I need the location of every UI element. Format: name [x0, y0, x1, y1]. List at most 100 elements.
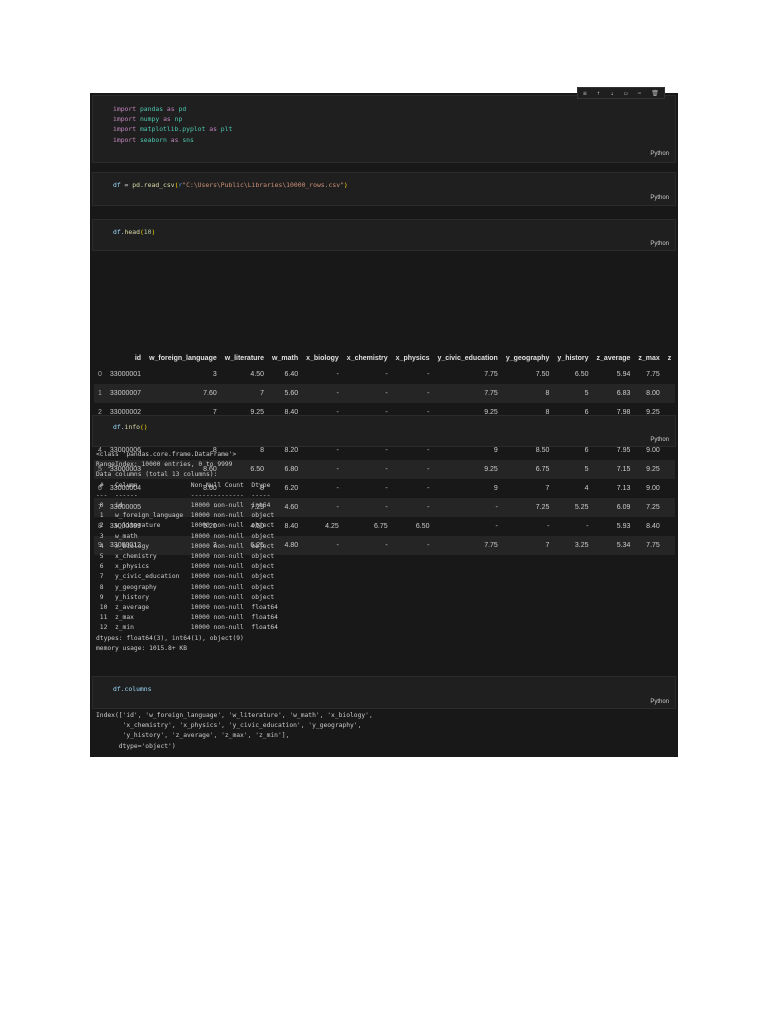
table-cell: 8.00 [634, 384, 664, 403]
output-line: dtype='object') [96, 742, 176, 750]
table-cell: 6.09 [592, 498, 635, 517]
output-line: 2 w_literature 10000 non-null object [96, 522, 278, 530]
code-token: import [113, 125, 137, 134]
table-cell: 5.93 [616, 523, 631, 530]
delete-icon[interactable]: 🗑 [651, 90, 659, 97]
code-token: df. [113, 685, 125, 693]
column-header [94, 351, 106, 365]
code-token: import [113, 115, 137, 124]
code-token: = [120, 181, 133, 189]
code-token: numpy [139, 115, 160, 124]
execute-below-icon[interactable]: ⇣ [610, 90, 614, 97]
table-cell: - [302, 384, 343, 403]
code-cell-head[interactable]: df.head(10) Python [92, 219, 676, 251]
table-cell: 6.40 [284, 371, 299, 378]
table-cell: 7.75 [634, 536, 664, 555]
code-token: ) [151, 228, 156, 236]
code-cell-columns[interactable]: df.columns Python [92, 676, 676, 709]
table-cell [664, 479, 676, 498]
table-cell: - [336, 485, 339, 492]
output-line: RangeIndex: 10000 entries, 0 to 9999 [96, 461, 233, 469]
columns-output: Index(['id', 'w_foreign_language', 'w_li… [96, 711, 373, 752]
code-cell-imports[interactable]: import pandas as pd import numpy as np imp… [92, 95, 676, 163]
table-cell: 4.25 [325, 523, 339, 530]
output-line: 9 y_history 10000 non-null object [96, 593, 278, 601]
column-header: x_chemistry [346, 354, 388, 362]
more-icon[interactable]: ⋯ [638, 90, 642, 97]
table-cell: 7.75 [433, 536, 502, 555]
column-header: w_foreign_language [149, 354, 217, 362]
table-cell: - [391, 384, 434, 403]
table-cell: 8.40 [646, 523, 660, 530]
execute-above-icon[interactable]: ⇡ [597, 90, 601, 97]
table-row: 0 33000001 3 4.50 6.40 - - - 7.75 7.50 6.50 5.94 7.7… [94, 365, 675, 384]
output-line: 'y_history', 'z_average', 'z_max', 'z_mi… [96, 732, 290, 740]
output-line: 0 id 10000 non-null int64 [96, 502, 278, 510]
column-header: z [667, 354, 672, 362]
table-cell: 7.75 [646, 371, 660, 378]
code-token: ) [143, 423, 148, 431]
table-cell: - [336, 371, 339, 378]
table-cell: 6.50 [415, 523, 430, 530]
code-editor[interactable]: df = pd.read_csv(r"C:\Users\Public\Libra… [113, 180, 348, 190]
code-token: 10 [143, 228, 152, 236]
output-line: 10 z_average 10000 non-null float64 [96, 604, 278, 612]
language-label[interactable]: Python [650, 195, 669, 201]
table-cell: 4.50 [250, 371, 265, 378]
table-cell: - [586, 523, 589, 530]
table-cell: 5 [553, 460, 593, 479]
column-header: w_literature [224, 354, 265, 362]
code-line: import seaborn as sns [113, 135, 232, 145]
table-cell [663, 384, 676, 403]
output-line: 6 x_physics 10000 non-null object [96, 563, 278, 571]
code-editor[interactable]: df.head(10) [113, 227, 155, 237]
code-token: matplotlib.pyplot [139, 125, 206, 134]
info-output: <class 'pandas.core.frame.DataFrame'> Ran… [96, 450, 278, 654]
code-token: as [166, 105, 175, 113]
language-label[interactable]: Python [650, 699, 669, 705]
table-cell: 9.00 [646, 485, 660, 492]
column-header: w_math [272, 354, 299, 362]
table-cell: - [342, 384, 392, 403]
notebook: import pandas as pd import numpy as np imp… [90, 93, 678, 757]
code-cell-info[interactable]: df.info() Python [92, 415, 676, 447]
output-line: <class 'pandas.core.frame.DataFrame'> [96, 451, 237, 458]
run-by-line-icon[interactable]: ≡ [583, 90, 587, 97]
code-token: plt [220, 125, 233, 134]
language-label[interactable]: Python [650, 151, 669, 157]
language-label[interactable]: Python [650, 241, 669, 247]
table-cell: 5.94 [616, 371, 631, 378]
output-line: 8 y_geography 10000 non-null object [96, 583, 278, 591]
table-cell: - [385, 371, 388, 378]
table-cell: - [391, 498, 434, 517]
column-header: id [134, 354, 142, 362]
table-cell [664, 365, 676, 384]
language-label[interactable]: Python [650, 437, 669, 443]
cell-toolbar: ≡ ⇡ ⇣ ▭ ⋯ 🗑 [577, 87, 665, 99]
output-line: 7 y_civic_education 10000 non-null objec… [96, 573, 278, 581]
table-cell: 7 [220, 384, 269, 403]
code-cell-read-csv[interactable]: df = pd.read_csv(r"C:\Users\Public\Libra… [92, 172, 676, 206]
output-line: --- ------ -------------- ----- [96, 491, 278, 499]
table-row: 1 33000007 7.60 7 5.60- - -7.75 8 5 6.83 8.00 [94, 384, 676, 403]
output-line: 4 x_biology 10000 non-null object [96, 542, 278, 550]
code-editor[interactable]: import pandas as pd import numpy as np imp… [113, 104, 232, 145]
table-cell: 5.60 [268, 384, 303, 403]
table-cell: 7.75 [433, 384, 502, 403]
code-editor[interactable]: df.columns [113, 684, 151, 694]
table-cell: 7 [501, 536, 554, 555]
code-token: df [113, 181, 121, 189]
output-line: 11 z_max 10000 non-null float64 [96, 614, 278, 622]
table-cell: 9.25 [634, 460, 664, 479]
column-header: x_physics [395, 354, 430, 362]
table-cell: - [495, 523, 498, 530]
split-cell-icon[interactable]: ▭ [624, 90, 628, 97]
table-cell: 7.25 [634, 498, 664, 517]
column-header: z_max [638, 354, 660, 362]
code-line: import matplotlib.pyplot as plt [113, 124, 232, 134]
code-editor[interactable]: df.info() [113, 422, 148, 432]
table-cell: 6.50 [574, 371, 589, 378]
output-line: memory usage: 1015.8+ KB [96, 644, 187, 652]
table-cell [663, 498, 676, 517]
table-cell: 7.50 [535, 371, 550, 378]
